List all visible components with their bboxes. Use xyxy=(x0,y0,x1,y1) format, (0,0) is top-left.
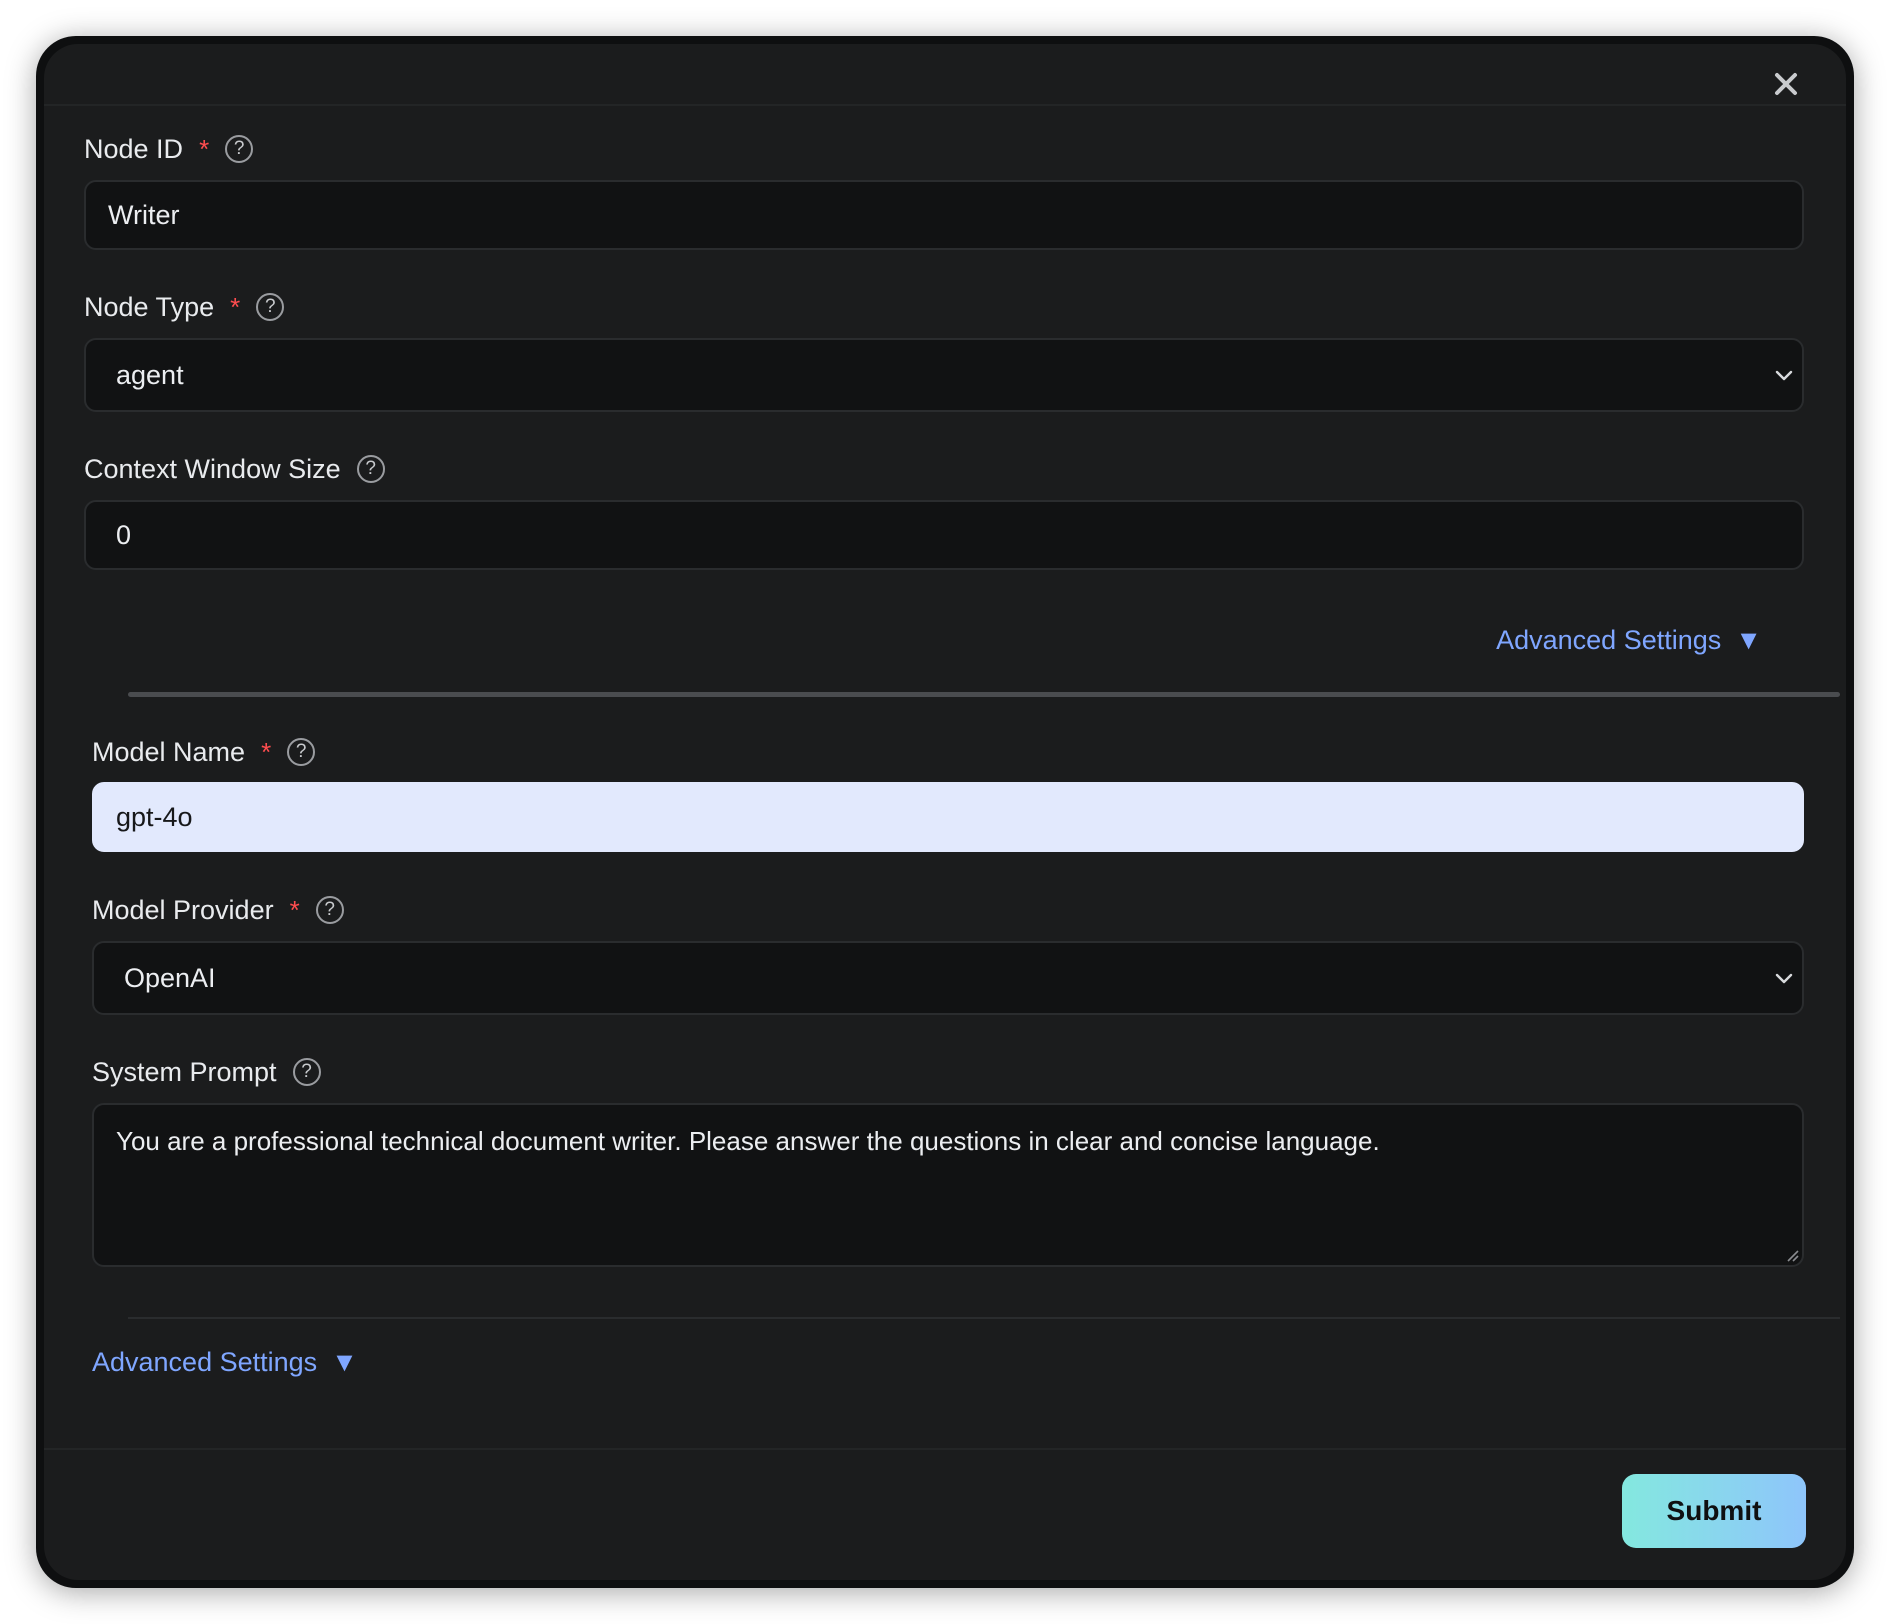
resize-grip-icon[interactable] xyxy=(1784,1247,1800,1263)
close-icon xyxy=(1775,73,1797,95)
triangle-down-icon: ▼ xyxy=(1735,624,1762,655)
model-provider-label: Model Provider * ? xyxy=(92,891,344,929)
required-marker: * xyxy=(261,736,272,767)
model-name-label: Model Name * ? xyxy=(92,733,316,771)
model-name-input[interactable]: gpt-4o xyxy=(92,782,1804,852)
required-marker: * xyxy=(199,133,210,164)
help-icon[interactable]: ? xyxy=(292,1058,321,1086)
required-marker: * xyxy=(289,894,300,925)
submit-button[interactable]: Submit xyxy=(1622,1474,1806,1548)
required-marker: * xyxy=(230,291,241,322)
help-icon[interactable]: ? xyxy=(225,135,254,163)
model-provider-value: OpenAI xyxy=(124,962,216,993)
node-settings-modal: Node ID * ? Writer Node Type * ? agent C… xyxy=(44,44,1846,1580)
section-divider-thin xyxy=(128,1317,1840,1319)
close-button[interactable] xyxy=(1766,64,1806,104)
context-window-input[interactable]: 0 xyxy=(84,500,1804,570)
node-type-select[interactable]: agent xyxy=(84,338,1804,412)
model-provider-select[interactable]: OpenAI xyxy=(92,941,1804,1015)
node-id-input[interactable]: Writer xyxy=(84,180,1804,250)
help-icon[interactable]: ? xyxy=(356,455,385,483)
advanced-settings-toggle-top[interactable]: Advanced Settings ▼ xyxy=(1496,620,1762,660)
triangle-down-icon: ▼ xyxy=(331,1346,358,1377)
chevron-down-icon xyxy=(1775,370,1793,381)
help-icon[interactable]: ? xyxy=(315,896,344,924)
section-divider xyxy=(128,692,1840,697)
context-window-value: 0 xyxy=(116,519,132,550)
help-icon[interactable]: ? xyxy=(287,738,316,766)
window-frame: Node ID * ? Writer Node Type * ? agent C… xyxy=(36,36,1854,1588)
node-type-label: Node Type * ? xyxy=(84,288,285,326)
node-id-value: Writer xyxy=(108,199,180,230)
advanced-settings-toggle-bottom[interactable]: Advanced Settings ▼ xyxy=(92,1342,358,1382)
context-window-label: Context Window Size ? xyxy=(84,450,385,488)
modal-header xyxy=(44,44,1846,106)
chevron-down-icon xyxy=(1775,973,1793,984)
modal-footer: Submit xyxy=(44,1448,1846,1580)
model-name-value: gpt-4o xyxy=(116,801,193,832)
system-prompt-value: You are a professional technical documen… xyxy=(116,1126,1380,1156)
system-prompt-label: System Prompt ? xyxy=(92,1053,321,1091)
help-icon[interactable]: ? xyxy=(256,293,285,321)
node-type-value: agent xyxy=(116,359,184,390)
system-prompt-textarea[interactable]: You are a professional technical documen… xyxy=(92,1103,1804,1267)
node-id-label: Node ID * ? xyxy=(84,130,254,168)
